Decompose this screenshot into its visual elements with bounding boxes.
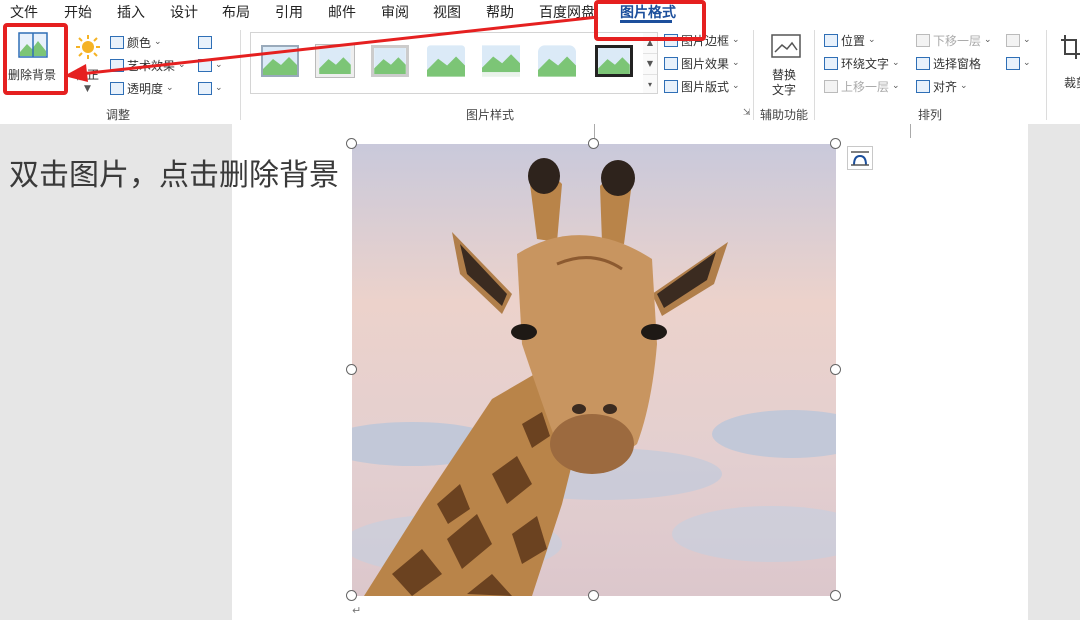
resize-handle-top-right[interactable]: [830, 138, 841, 149]
resize-handle-top-left[interactable]: [346, 138, 357, 149]
resize-handle-left[interactable]: [346, 364, 357, 375]
layout-options-button[interactable]: [847, 146, 873, 170]
resize-handle-right[interactable]: [830, 364, 841, 375]
giraffe-picture[interactable]: [352, 144, 836, 596]
resize-handle-top[interactable]: [588, 138, 599, 149]
giraffe-image: [352, 144, 836, 596]
resize-handle-bottom[interactable]: [588, 590, 599, 601]
margin-corner-mark: [594, 124, 595, 138]
layout-options-icon: [851, 151, 869, 166]
paragraph-mark: ↵: [352, 604, 362, 617]
instruction-text: 双击图片，点击删除背景: [9, 158, 339, 193]
annotation-arrow: [64, 15, 599, 82]
margin-corner-mark: [910, 124, 911, 138]
resize-handle-bottom-left[interactable]: [346, 590, 357, 601]
resize-handle-bottom-right[interactable]: [830, 590, 841, 601]
document-margin-right: [1028, 124, 1080, 620]
document-margin-left: [0, 124, 232, 620]
